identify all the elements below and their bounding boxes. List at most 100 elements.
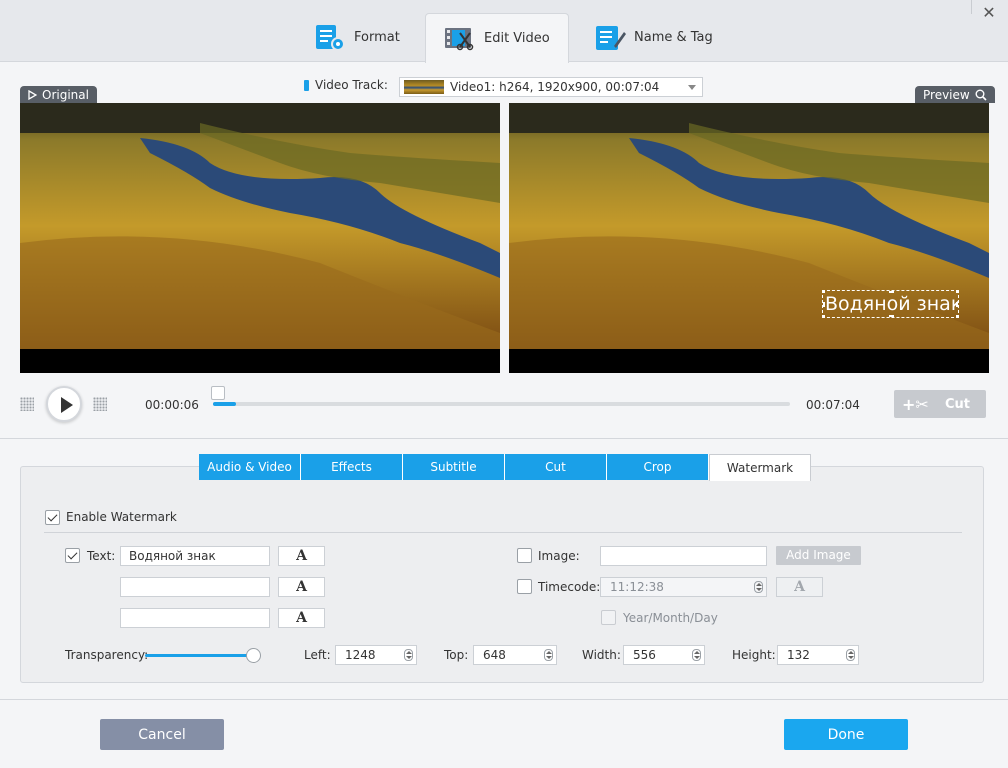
- font-button-2[interactable]: A: [278, 577, 325, 597]
- tab-edit-video-label: Edit Video: [484, 31, 550, 46]
- transparency-slider-handle[interactable]: [246, 648, 261, 663]
- close-icon[interactable]: ✕: [980, 4, 998, 22]
- spinner-icon[interactable]: [846, 649, 855, 661]
- image-checkbox[interactable]: [517, 548, 532, 563]
- text-input-2[interactable]: [120, 577, 270, 597]
- tab-name-tag[interactable]: Name & Tag: [576, 13, 731, 62]
- spinner-icon[interactable]: [692, 649, 701, 661]
- enable-watermark-label: Enable Watermark: [66, 510, 177, 524]
- done-button[interactable]: Done: [784, 719, 908, 750]
- tab-watermark[interactable]: Watermark: [709, 454, 811, 481]
- timecode-value: 11:12:38: [610, 580, 664, 594]
- preview-tab[interactable]: Preview: [915, 86, 995, 103]
- spinner-icon[interactable]: [404, 649, 413, 661]
- name-tag-icon: [594, 24, 626, 52]
- enable-watermark-checkbox[interactable]: [45, 510, 60, 525]
- watermark-overlay-text: Водяной знак: [825, 293, 959, 315]
- width-value: 556: [633, 648, 656, 662]
- video-track-label: Video Track:: [304, 78, 388, 92]
- image-label: Image:: [538, 549, 580, 563]
- font-button-3[interactable]: A: [278, 608, 325, 628]
- top-label: Top:: [444, 648, 469, 662]
- timecode-font-button[interactable]: A: [776, 577, 823, 597]
- resize-handle[interactable]: [956, 291, 958, 293]
- video-track-label-text: Video Track:: [315, 78, 388, 92]
- video-track-select[interactable]: Video1: h264, 1920x900, 00:07:04: [399, 77, 703, 97]
- edit-tabs: Audio & Video Effects Subtitle Cut Crop …: [199, 454, 811, 481]
- original-video: [20, 103, 500, 373]
- video-track-icon: [304, 79, 309, 91]
- timecode-input[interactable]: 11:12:38: [600, 577, 767, 597]
- footer-divider: [0, 699, 1008, 700]
- original-frame: [20, 103, 500, 349]
- top-value: 648: [483, 648, 506, 662]
- chevron-down-icon: [688, 85, 696, 90]
- resize-handle[interactable]: [823, 315, 825, 317]
- panel-divider: [44, 532, 962, 533]
- tab-cut[interactable]: Cut: [505, 454, 607, 480]
- image-path-input[interactable]: [600, 546, 767, 566]
- video-track-thumbnail: [404, 80, 444, 94]
- resize-handle[interactable]: [823, 302, 825, 307]
- play-outline-icon: [28, 89, 37, 100]
- zoom-icon: [975, 89, 987, 101]
- top-bar: ✕ Format Edit Video Name & Tag: [0, 0, 1008, 63]
- height-input[interactable]: 132: [777, 645, 859, 665]
- width-label: Width:: [582, 648, 621, 662]
- title-separator: [971, 0, 972, 14]
- tab-subtitle[interactable]: Subtitle: [403, 454, 505, 480]
- text-input-1[interactable]: Водяной знак: [120, 546, 270, 566]
- watermark-overlay[interactable]: Водяной знак: [822, 290, 959, 318]
- video-track-selected: Video1: h264, 1920x900, 00:07:04: [450, 80, 660, 94]
- cancel-button[interactable]: Cancel: [100, 719, 224, 750]
- text-input-3[interactable]: [120, 608, 270, 628]
- timecode-checkbox[interactable]: [517, 579, 532, 594]
- current-time: 00:00:06: [145, 398, 199, 412]
- year-month-day-checkbox[interactable]: [601, 610, 616, 625]
- tab-name-tag-label: Name & Tag: [634, 30, 713, 45]
- play-icon: [61, 397, 73, 413]
- transparency-label: Transparency:: [65, 648, 149, 662]
- seek-handle[interactable]: [211, 386, 225, 400]
- text-checkbox[interactable]: [65, 548, 80, 563]
- tab-audio-video[interactable]: Audio & Video: [199, 454, 301, 480]
- width-input[interactable]: 556: [623, 645, 705, 665]
- transparency-slider[interactable]: [145, 654, 253, 657]
- left-input[interactable]: 1248: [335, 645, 417, 665]
- resize-handle[interactable]: [956, 302, 958, 307]
- tab-crop[interactable]: Crop: [607, 454, 709, 480]
- original-tab: Original: [20, 86, 97, 103]
- format-settings-icon: [314, 24, 346, 52]
- font-button-1[interactable]: A: [278, 546, 325, 566]
- spinner-icon[interactable]: [754, 581, 763, 593]
- resize-handle[interactable]: [889, 315, 894, 317]
- cut-button[interactable]: +✂ Cut: [894, 390, 986, 418]
- spinner-icon[interactable]: [544, 649, 553, 661]
- cut-button-label: Cut: [944, 396, 970, 412]
- left-value: 1248: [345, 648, 376, 662]
- tab-edit-video[interactable]: Edit Video: [425, 13, 569, 63]
- original-label: Original: [42, 87, 89, 102]
- seek-bar-progress: [213, 402, 237, 406]
- next-frame-icon[interactable]: [93, 397, 107, 411]
- height-label: Height:: [732, 648, 776, 662]
- year-month-day-label: Year/Month/Day: [623, 611, 718, 625]
- preview-video: Водяной знак: [509, 103, 989, 373]
- tab-format[interactable]: Format: [296, 13, 418, 62]
- add-image-button[interactable]: Add Image: [776, 546, 861, 565]
- resize-handle[interactable]: [823, 291, 825, 293]
- scissors-icon: +✂: [902, 395, 929, 414]
- left-label: Left:: [304, 648, 331, 662]
- text-label: Text:: [87, 549, 116, 563]
- play-button[interactable]: [46, 386, 82, 422]
- seek-bar[interactable]: [213, 402, 790, 406]
- timecode-label: Timecode:: [538, 580, 601, 594]
- resize-handle[interactable]: [956, 315, 958, 317]
- resize-handle[interactable]: [889, 291, 894, 293]
- tab-effects[interactable]: Effects: [301, 454, 403, 480]
- top-input[interactable]: 648: [473, 645, 557, 665]
- divider: [0, 438, 1008, 439]
- tab-format-label: Format: [354, 30, 400, 45]
- edit-video-icon: [444, 25, 476, 53]
- previous-frame-icon[interactable]: [20, 397, 34, 411]
